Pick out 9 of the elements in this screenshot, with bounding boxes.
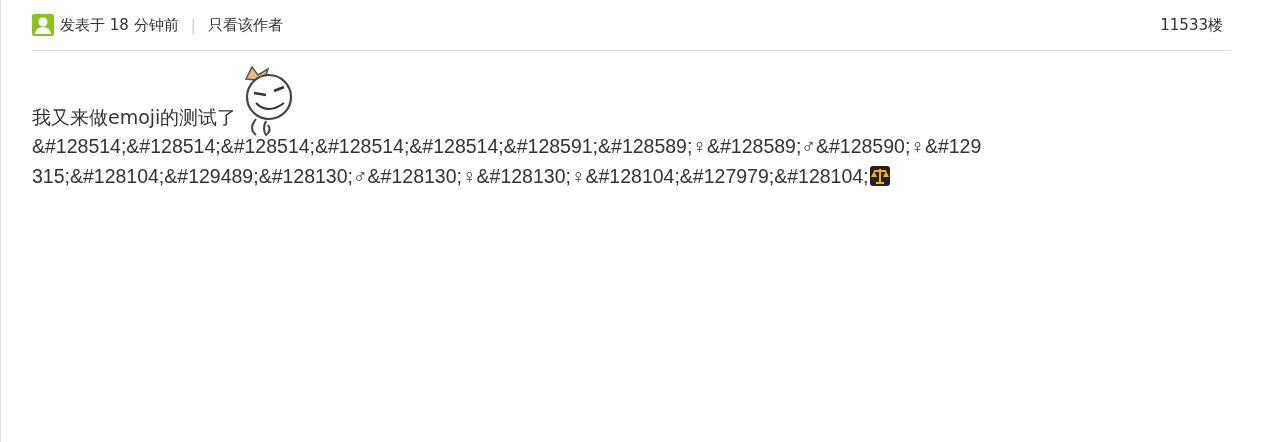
author-only-link[interactable]: 只看该作者: [207, 15, 283, 35]
separator: |: [190, 16, 196, 34]
post-text: 我又来做emoji的测试了: [32, 105, 237, 130]
post-text: &#128514;&#128514;&#128514;&#128514;&#128514;&#128591;&#128589;♀&#128589;♂&#128590;♀&#129: [32, 134, 982, 158]
user-avatar-icon: [32, 14, 54, 36]
post-time: 发表于 18 分钟前: [60, 15, 179, 35]
floor-number: 11533楼: [1160, 15, 1223, 35]
post-text: 315;&#128104;&#129489;&#128130;♂&#128130;♀&#128130;♀&#128104;&#127979;&#128104;: [32, 164, 869, 188]
scales-icon: [869, 166, 890, 186]
